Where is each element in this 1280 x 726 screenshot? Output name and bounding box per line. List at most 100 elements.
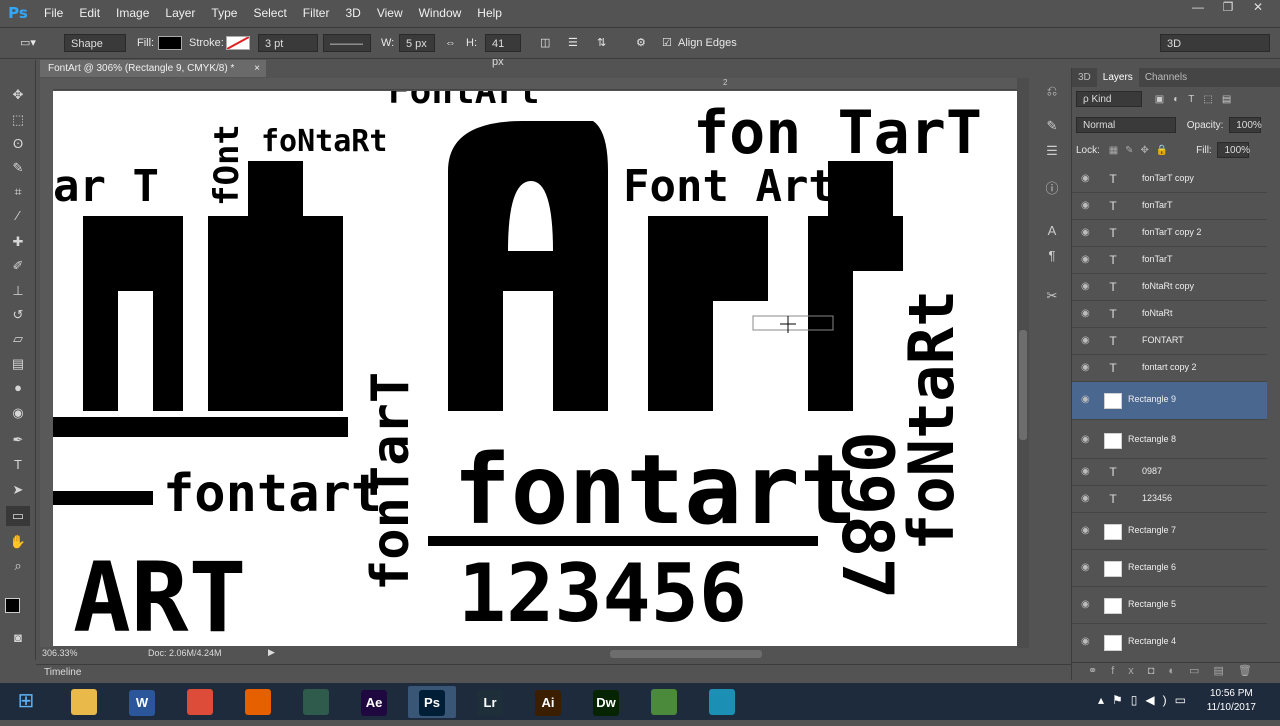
layer-name[interactable]: 0987 — [1142, 466, 1162, 476]
visibility-eye-icon[interactable]: ◉ — [1081, 254, 1090, 265]
pen-tool-icon[interactable]: ✒ — [6, 430, 30, 450]
marquee-tool-icon[interactable]: ⬚ — [6, 110, 30, 130]
layer-name[interactable]: Rectangle 5 — [1128, 599, 1176, 609]
layer-name[interactable]: fonTarT — [1142, 200, 1173, 210]
visibility-eye-icon[interactable]: ◉ — [1081, 599, 1090, 610]
document-canvas[interactable]: FontArt fon TarT foNtaRt Font Art ar T f… — [53, 91, 1017, 646]
layer-row[interactable]: ◉ TfonTarT copy 2 — [1072, 220, 1267, 247]
layer-name[interactable]: FONTART — [1142, 335, 1184, 345]
gradient-tool-icon[interactable]: ▤ — [6, 354, 30, 374]
layer-name[interactable]: Rectangle 9 — [1128, 394, 1176, 404]
tool-mode-select[interactable]: Shape — [64, 34, 126, 52]
layer-footer-icons[interactable]: ⚭fx◘◐▭▤🗑 — [1088, 664, 1266, 677]
menu-layer[interactable]: Layer — [157, 6, 203, 20]
menu-window[interactable]: Window — [411, 6, 470, 20]
restore-button[interactable]: ❐ — [1214, 0, 1242, 20]
layer-row[interactable]: ◉ TfonTarT copy — [1072, 166, 1267, 193]
type-tool-icon[interactable]: T — [6, 455, 30, 475]
zoom-level[interactable]: 306.33% — [42, 648, 78, 658]
layer-row[interactable]: ◉ Rectangle 5 — [1072, 588, 1267, 624]
taskbar-app-chrome[interactable] — [176, 686, 224, 718]
visibility-eye-icon[interactable]: ◉ — [1081, 466, 1090, 477]
minimize-button[interactable]: — — [1184, 0, 1212, 20]
path-alignment-icon[interactable]: ☰ — [568, 34, 578, 52]
link-icon[interactable]: ⇔ — [445, 34, 456, 52]
lock-icons[interactable]: ▦✎✥🔒 — [1109, 145, 1176, 156]
taskbar-app-explorer[interactable] — [60, 686, 108, 718]
hand-tool-icon[interactable]: ✋ — [6, 532, 30, 552]
foreground-color-swatch[interactable] — [5, 598, 20, 613]
layer-row[interactable]: ◉ TfonTarT — [1072, 247, 1267, 274]
windows-start-icon[interactable]: ⊞ — [6, 685, 46, 718]
stroke-type-select[interactable]: ——— — [323, 34, 371, 52]
taskbar-app-dreamweaver[interactable]: Dw — [582, 686, 630, 718]
layer-row[interactable]: ◉ T 0987 — [1072, 460, 1267, 486]
filter-icons[interactable]: ▣◐T⬚▤ — [1155, 94, 1241, 105]
horizontal-scroll-thumb[interactable] — [610, 650, 762, 658]
dodge-tool-icon[interactable]: ◉ — [6, 403, 30, 423]
layer-name[interactable]: Rectangle 8 — [1128, 434, 1176, 444]
visibility-eye-icon[interactable]: ◉ — [1081, 562, 1090, 573]
clone-stamp-tool-icon[interactable]: ⊥ — [6, 281, 30, 301]
visibility-eye-icon[interactable]: ◉ — [1081, 493, 1090, 504]
menu-view[interactable]: View — [369, 6, 411, 20]
layer-row[interactable]: ◉ Rectangle 8 — [1072, 423, 1267, 459]
taskbar-app-app11[interactable] — [640, 686, 688, 718]
layer-row[interactable]: ◉ T FONTART — [1072, 328, 1267, 355]
vertical-scroll-thumb[interactable] — [1019, 330, 1027, 440]
status-menu-arrow-icon[interactable]: ▶ — [268, 647, 275, 658]
info-icon[interactable]: ⓘ — [1042, 178, 1062, 198]
visibility-eye-icon[interactable]: ◉ — [1081, 335, 1090, 346]
visibility-eye-icon[interactable]: ◉ — [1081, 636, 1090, 647]
layer-name[interactable]: Rectangle 7 — [1128, 525, 1176, 535]
layer-row[interactable]: ◉ TfoNtaRt — [1072, 301, 1267, 328]
tool-preset-icon[interactable]: ▭▾ — [20, 34, 44, 52]
blur-tool-icon[interactable]: ● — [6, 378, 30, 398]
visibility-eye-icon[interactable]: ◉ — [1081, 394, 1090, 405]
layer-row[interactable]: ◉ TfonTarT — [1072, 193, 1267, 220]
layer-row[interactable]: ◉ Rectangle 9 — [1072, 382, 1267, 420]
fill-opacity-input[interactable]: 100% — [1217, 142, 1250, 158]
layer-row[interactable]: ◉ Tfontart copy 2 — [1072, 355, 1267, 382]
visibility-eye-icon[interactable]: ◉ — [1081, 525, 1090, 536]
layer-name[interactable]: Rectangle 6 — [1128, 562, 1176, 572]
visibility-eye-icon[interactable]: ◉ — [1081, 434, 1090, 445]
opacity-input[interactable]: 100% — [1229, 117, 1262, 133]
clock[interactable]: 10:56 PM 11/10/2017 — [1207, 687, 1256, 715]
zoom-tool-icon[interactable]: ⌕ — [6, 556, 30, 576]
rectangle-tool-icon[interactable]: ▭ — [6, 506, 30, 526]
visibility-eye-icon[interactable]: ◉ — [1081, 173, 1090, 184]
menu-help[interactable]: Help — [469, 6, 510, 20]
path-arrangement-icon[interactable]: ⇅ — [597, 34, 606, 52]
height-input[interactable]: 41 px — [485, 34, 521, 68]
menu-type[interactable]: Type — [203, 6, 245, 20]
lasso-tool-icon[interactable]: ʘ — [6, 134, 30, 154]
close-window-button[interactable]: ✕ — [1244, 0, 1272, 20]
vertical-scrollbar[interactable] — [1017, 78, 1029, 648]
layer-name[interactable]: foNtaRt — [1142, 308, 1173, 318]
menu-filter[interactable]: Filter — [295, 6, 338, 20]
layer-row[interactable]: ◉ Rectangle 7 — [1072, 514, 1267, 550]
paragraph-icon[interactable]: ¶ — [1042, 248, 1062, 268]
quick-select-tool-icon[interactable]: ✎ — [6, 158, 30, 178]
menu-3d[interactable]: 3D — [337, 6, 368, 20]
taskbar-app-photoshop[interactable]: Ps — [408, 686, 456, 718]
stroke-size-input[interactable]: 3 pt — [258, 34, 318, 52]
taskbar-app-word[interactable]: W — [118, 686, 166, 718]
menu-select[interactable]: Select — [245, 6, 294, 20]
gear-icon[interactable]: ⚙ — [636, 34, 646, 52]
menu-file[interactable]: File — [36, 6, 71, 20]
visibility-eye-icon[interactable]: ◉ — [1081, 308, 1090, 319]
layer-name[interactable]: Rectangle 4 — [1128, 636, 1176, 646]
taskbar-app-illustrator[interactable]: Ai — [524, 686, 572, 718]
stroke-swatch[interactable] — [226, 36, 250, 50]
layer-name[interactable]: fonTarT copy 2 — [1142, 227, 1201, 237]
fill-swatch[interactable] — [158, 36, 182, 50]
path-select-tool-icon[interactable]: ➤ — [6, 480, 30, 500]
taskbar-app-firefox[interactable] — [234, 686, 282, 718]
width-input[interactable]: 5 px — [399, 34, 435, 52]
layer-name[interactable]: fonTarT copy — [1142, 173, 1194, 183]
adjustments-icon[interactable]: ☰ — [1042, 143, 1062, 163]
workspace-select[interactable]: 3D — [1160, 34, 1270, 52]
layer-name[interactable]: fonTarT — [1142, 254, 1173, 264]
